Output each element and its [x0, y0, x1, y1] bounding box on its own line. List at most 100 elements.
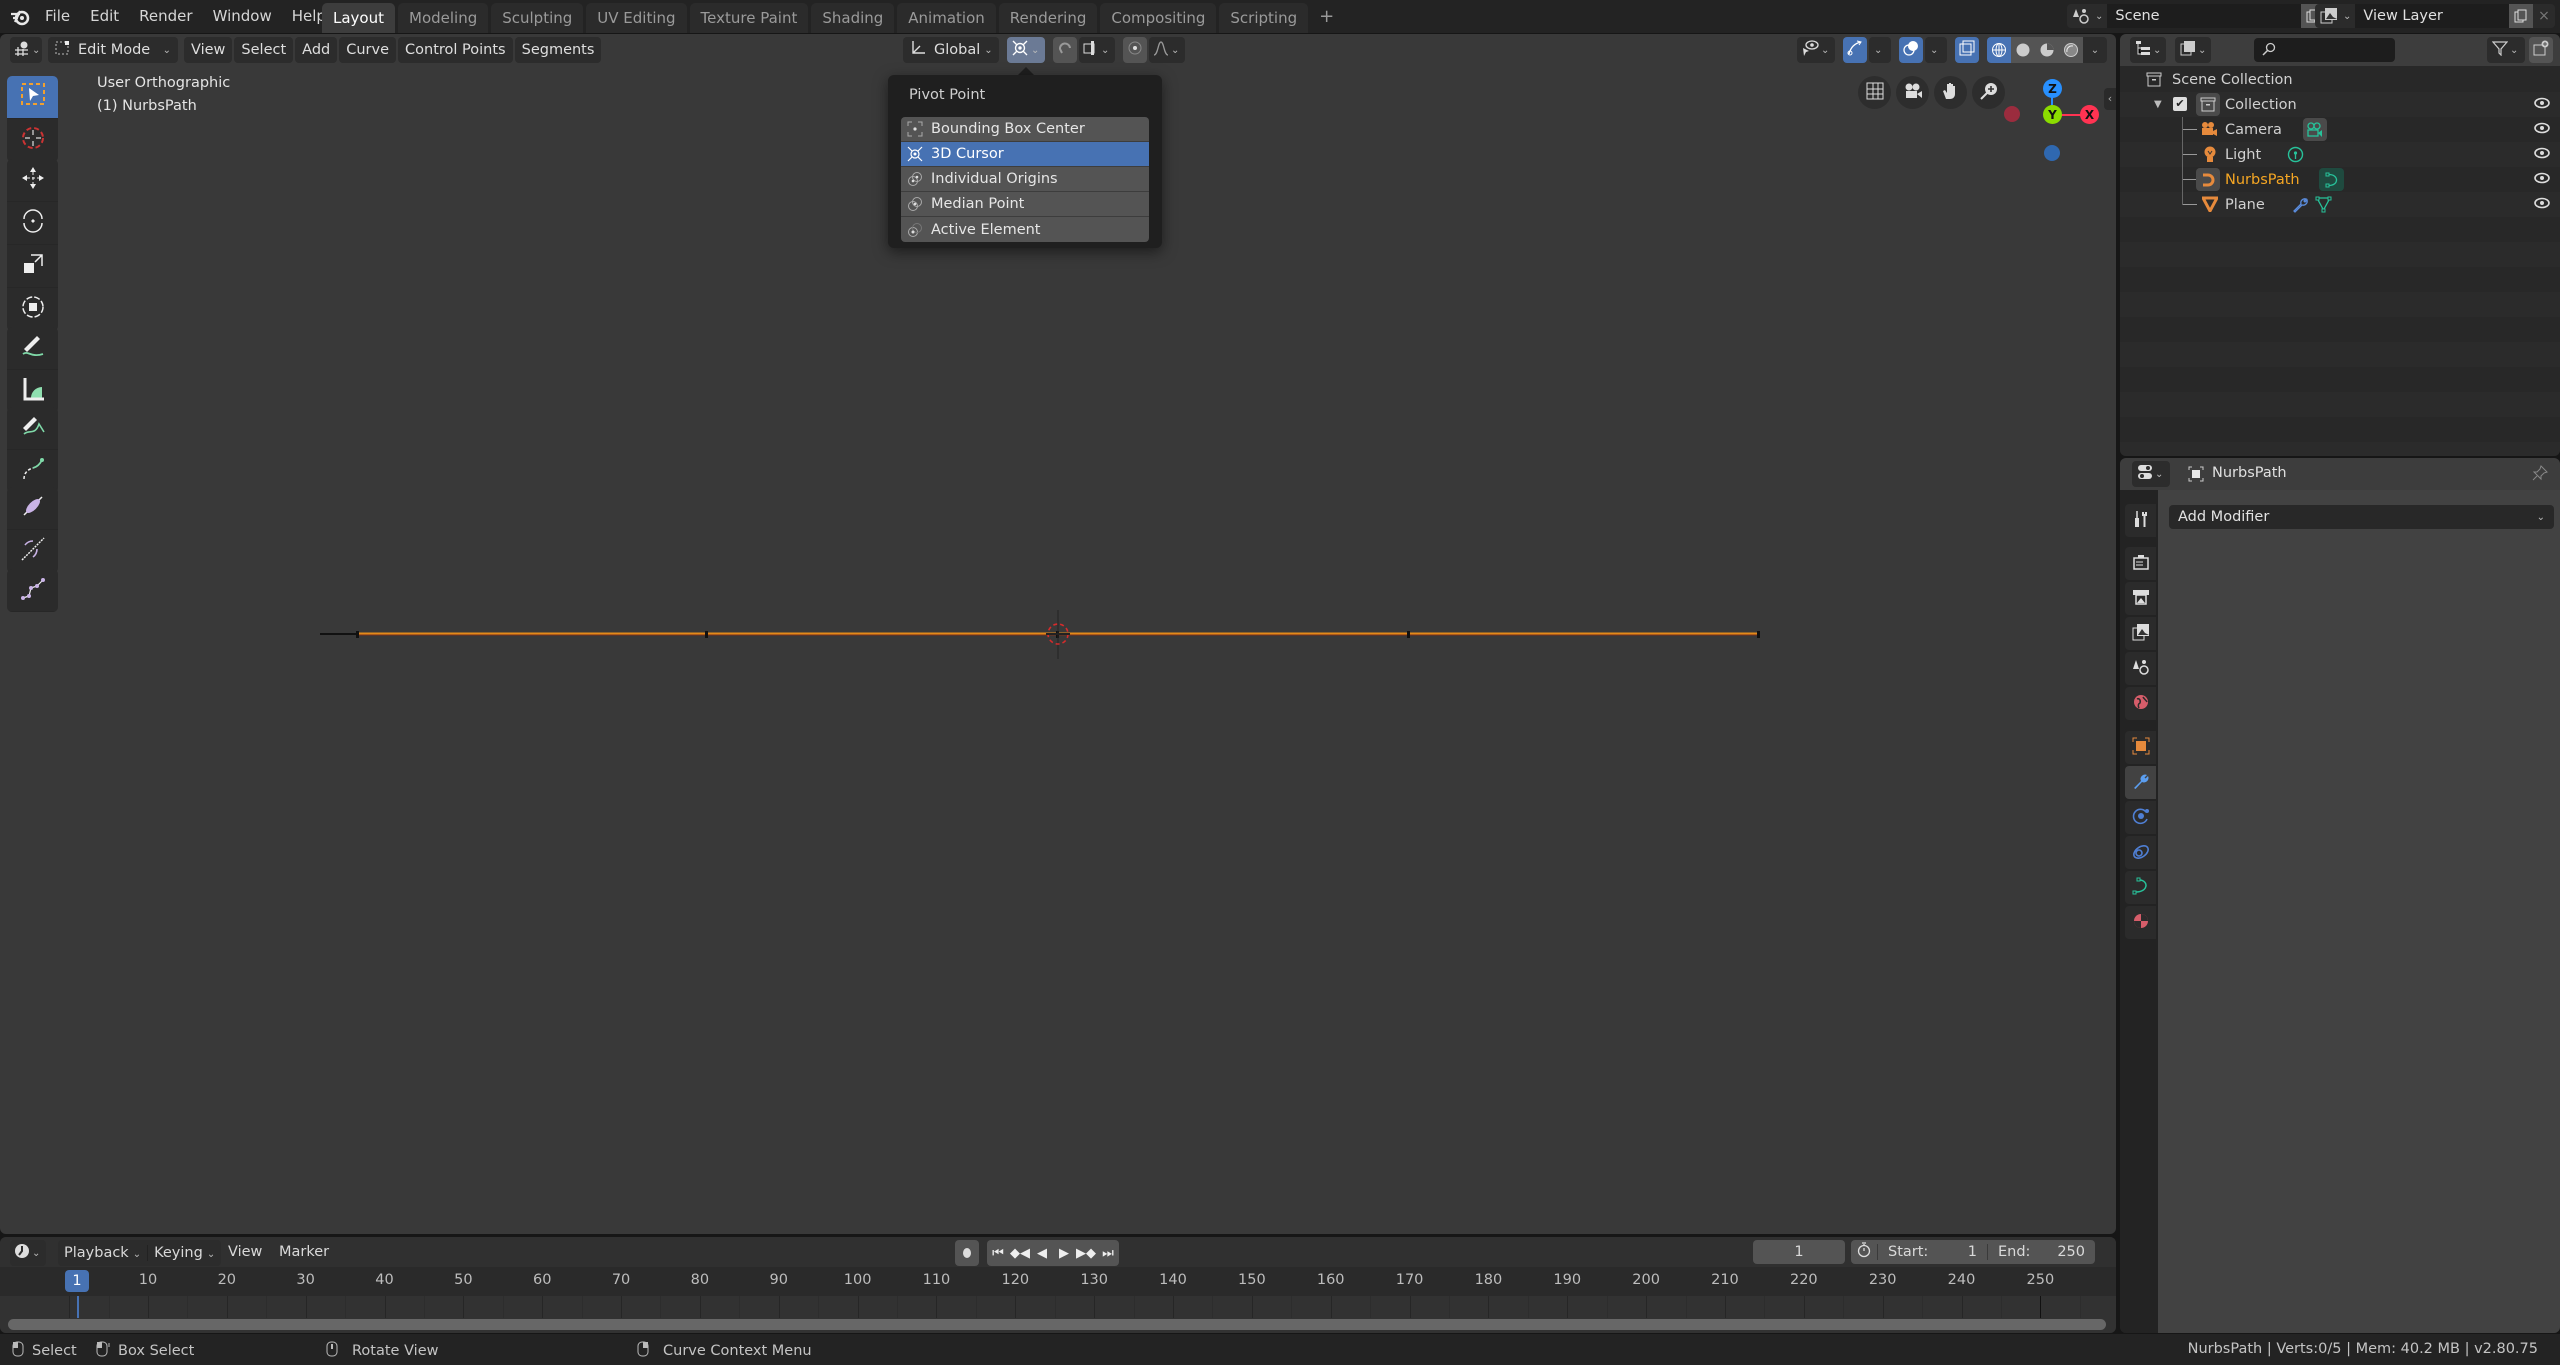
outliner-row-scene-collection[interactable]: Scene Collection [2120, 67, 2560, 92]
outliner-row-light[interactable]: Light [2120, 142, 2560, 167]
mesh-data-icon[interactable] [2315, 196, 2332, 217]
view-layer-name-field[interactable]: View Layer [2355, 4, 2509, 28]
stopwatch-icon[interactable] [1851, 1242, 1877, 1262]
close-view-layer-button[interactable]: × [2533, 8, 2555, 24]
timeline-grid-line [778, 1296, 780, 1318]
timeline-grid-line [108, 1296, 110, 1318]
menu-marker[interactable]: Marker [279, 1244, 329, 1260]
tab-shading[interactable]: Shading [811, 3, 895, 33]
outliner-row-plane[interactable]: Plane [2120, 192, 2560, 217]
ruler-tick-label: 160 [1316, 1272, 1345, 1288]
properties-editor-type-button[interactable]: ⌄ [2132, 461, 2170, 487]
tab-texture-paint[interactable]: Texture Paint [689, 3, 809, 33]
camera-object-icon [2200, 121, 2218, 142]
pivot-option-median-point[interactable]: Median Point [901, 192, 1149, 217]
tab-world-properties[interactable] [2125, 687, 2156, 720]
light-data-icon[interactable] [2287, 146, 2304, 167]
tab-rendering[interactable]: Rendering [998, 3, 1098, 33]
pivot-option-bounding-box-center[interactable]: Bounding Box Center [901, 117, 1149, 142]
jump-end-button[interactable]: ⏭ [1097, 1246, 1119, 1261]
hint-rotate-view: Rotate View [326, 1341, 439, 1361]
expand-arrow-icon[interactable]: ▼ [2154, 99, 2162, 110]
tab-scene-properties[interactable] [2125, 652, 2156, 685]
add-modifier-dropdown[interactable]: Add Modifier ⌄ [2169, 505, 2554, 529]
world-globe-icon [2132, 693, 2150, 715]
start-frame-field[interactable]: Start: 1 [1877, 1244, 1987, 1260]
menu-playback[interactable]: Playback ⌄ [58, 1245, 147, 1261]
collection-checkbox[interactable]: ✔ [2173, 97, 2187, 111]
pin-icon[interactable] [2532, 465, 2548, 485]
tab-render-properties[interactable] [2125, 547, 2156, 580]
outliner-row-camera[interactable]: Camera [2120, 117, 2560, 142]
tab-object-properties[interactable] [2125, 731, 2156, 764]
modifier-properties-content: Add Modifier ⌄ [2158, 490, 2560, 1333]
menu-window[interactable]: Window [203, 0, 282, 33]
tab-uv-editing[interactable]: UV Editing [586, 3, 687, 33]
tab-scripting[interactable]: Scripting [1219, 3, 1309, 33]
playhead-line[interactable] [77, 1296, 79, 1318]
keyframe-track[interactable] [0, 1296, 2116, 1333]
tab-curve-data-properties[interactable] [2125, 871, 2156, 904]
jump-start-button[interactable]: ⏮ [987, 1246, 1009, 1261]
auto-keying-button[interactable] [955, 1240, 979, 1266]
end-frame-field[interactable]: End: 250 [1987, 1244, 2095, 1260]
visibility-eye-icon[interactable] [2534, 172, 2550, 188]
status-bar: Select Box Select Rotate View Curve Cont… [0, 1334, 2560, 1365]
outliner-editor-type-button[interactable]: ⌄ [2130, 37, 2166, 63]
menu-keying[interactable]: Keying ⌄ [147, 1245, 221, 1261]
timeline-grid-line [2079, 1296, 2081, 1318]
tab-tool-properties[interactable] [2125, 504, 2156, 537]
visibility-eye-icon[interactable] [2534, 97, 2550, 113]
scene-name-field[interactable]: Scene [2107, 4, 2301, 28]
jump-prev-keyframe-button[interactable]: ◆◀ [1009, 1246, 1031, 1261]
menu-edit[interactable]: Edit [80, 0, 129, 33]
pivot-option-3d-cursor[interactable]: 3D Cursor [901, 142, 1149, 167]
visibility-eye-icon[interactable] [2534, 122, 2550, 138]
tab-output-properties[interactable] [2125, 582, 2156, 615]
filter-button[interactable]: ⌄ [2487, 37, 2525, 63]
jump-next-keyframe-button[interactable]: ▶◆ [1075, 1246, 1097, 1261]
ruler-tick-label: 90 [769, 1272, 788, 1288]
playhead-frame-indicator[interactable]: 1 [65, 1270, 89, 1292]
tab-modeling[interactable]: Modeling [398, 3, 489, 33]
play-reverse-button[interactable]: ◀ [1031, 1246, 1053, 1261]
material-sphere-icon [2132, 912, 2150, 934]
tab-compositing[interactable]: Compositing [1100, 3, 1217, 33]
tab-modifier-properties[interactable] [2125, 766, 2156, 799]
visibility-eye-icon[interactable] [2534, 197, 2550, 213]
add-workspace-button[interactable]: + [1311, 0, 1342, 33]
frame-ruler[interactable]: 10 20 30 40 50 60 70 80 90 100 110 120 130 140 150 160 1… [0, 1267, 2116, 1296]
tab-material-properties[interactable] [2125, 906, 2156, 939]
menu-render[interactable]: Render [129, 0, 202, 33]
menu-file[interactable]: File [35, 0, 80, 33]
tab-physics-properties[interactable] [2125, 801, 2156, 834]
pivot-option-individual-origins[interactable]: Individual Origins [901, 167, 1149, 192]
blender-logo-icon[interactable] [10, 0, 30, 33]
tab-layout[interactable]: Layout [322, 3, 395, 33]
render-camera-icon [2132, 553, 2150, 575]
pivot-option-active-element[interactable]: Active Element [901, 217, 1149, 242]
menu-timeline-view[interactable]: View [228, 1244, 262, 1260]
play-button[interactable]: ▶ [1053, 1246, 1075, 1261]
outliner-row-nurbspath[interactable]: NurbsPath [2120, 167, 2560, 192]
tab-animation[interactable]: Animation [897, 3, 996, 33]
display-mode-button[interactable]: ⌄ [2175, 37, 2211, 63]
scene-selector[interactable]: ⌄ Scene × [2067, 4, 2347, 28]
tab-sculpting[interactable]: Sculpting [491, 3, 584, 33]
timeline-grid-line [1330, 1296, 1332, 1318]
timeline-editor-type-button[interactable]: ⌄ [10, 1240, 46, 1266]
outliner-search-input[interactable] [2254, 38, 2395, 62]
new-collection-button[interactable] [2529, 37, 2553, 63]
curve-data-icon[interactable] [2319, 168, 2344, 191]
timeline-scrollbar[interactable] [8, 1319, 2106, 1330]
object-icon [2188, 466, 2204, 486]
current-frame-field[interactable]: 1 [1753, 1240, 1845, 1264]
camera-data-icon[interactable] [2303, 118, 2327, 141]
wrench-icon[interactable] [2292, 196, 2309, 217]
view-layer-selector[interactable]: ⌄ View Layer × [2315, 4, 2555, 28]
tab-constraint-properties[interactable] [2125, 836, 2156, 869]
outliner-row-collection[interactable]: ▼ ✔ Collection [2120, 92, 2560, 117]
visibility-eye-icon[interactable] [2534, 147, 2550, 163]
copy-view-layer-button[interactable] [2509, 4, 2533, 28]
tab-view-layer-properties[interactable] [2125, 617, 2156, 650]
